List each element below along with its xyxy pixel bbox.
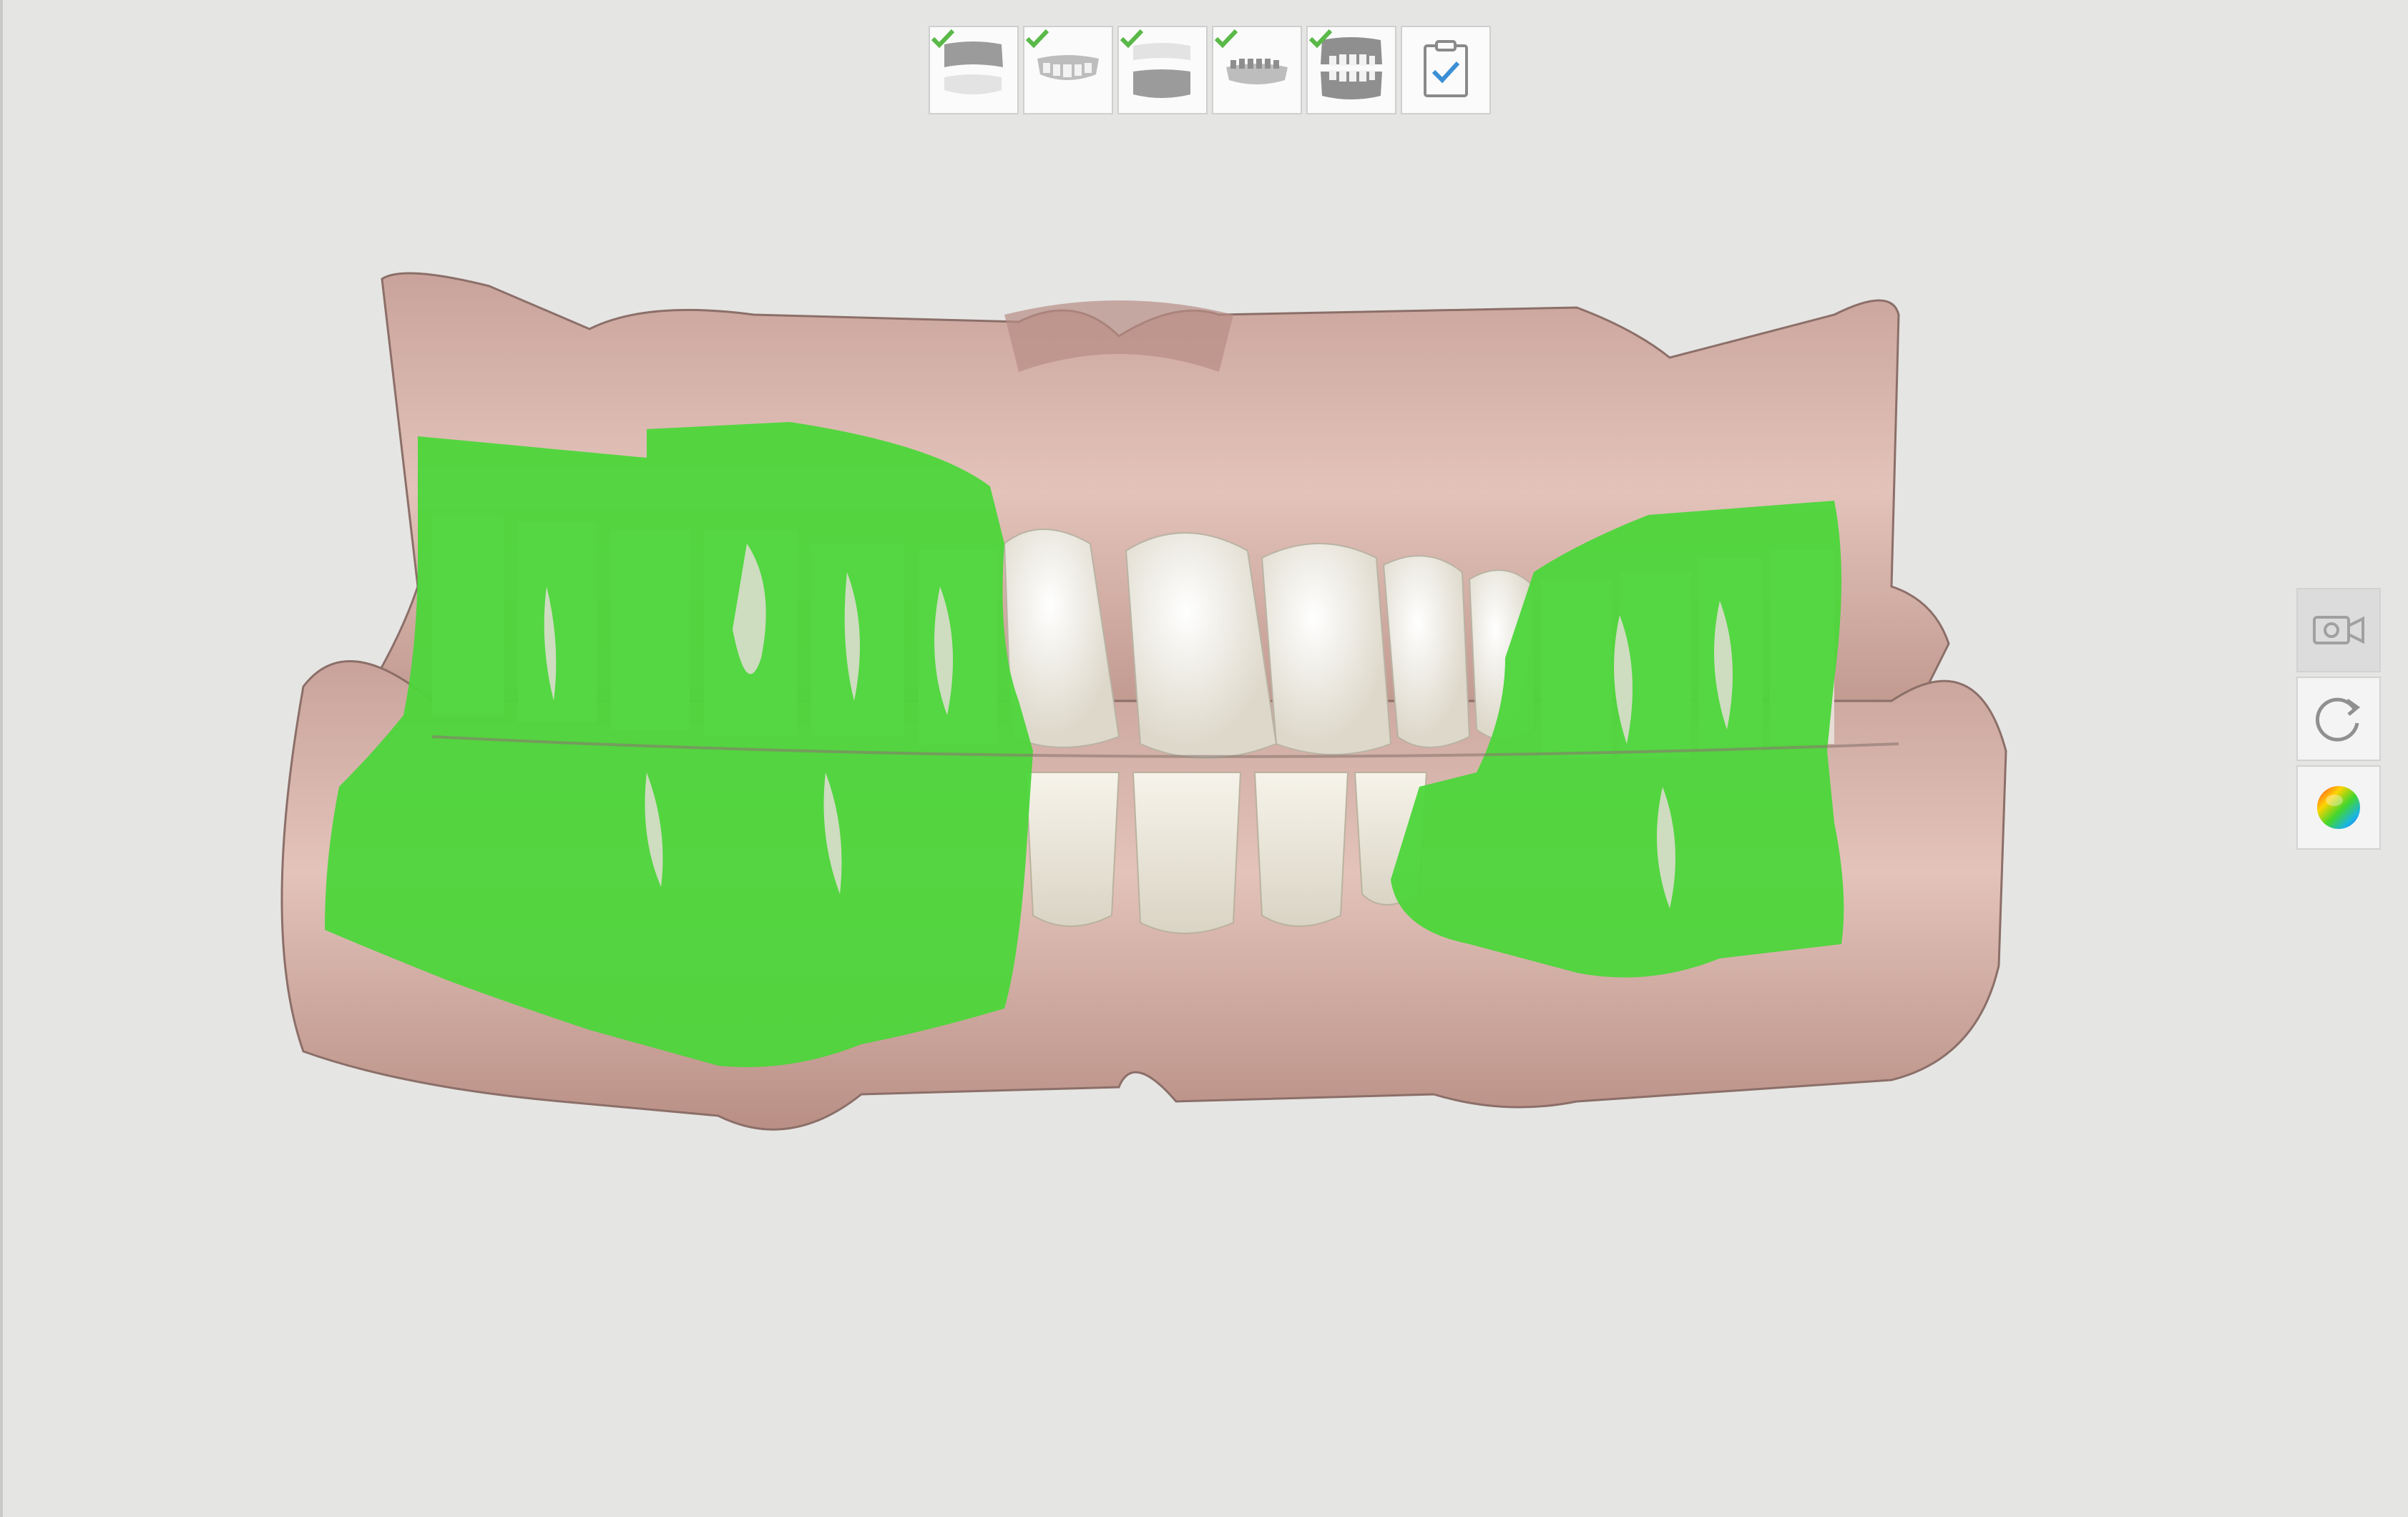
color-map-button[interactable]	[2296, 765, 2381, 850]
overlay-left	[325, 422, 1033, 1067]
step-maxilla-scan[interactable]	[929, 26, 1019, 114]
step-mandible-dentition[interactable]	[1212, 26, 1302, 114]
workflow-step-bar	[929, 26, 1491, 114]
check-icon	[1025, 29, 1049, 49]
step-occlusion[interactable]	[1306, 26, 1396, 114]
video-camera-icon	[2313, 616, 2364, 644]
check-icon	[1308, 29, 1333, 49]
check-icon	[1120, 29, 1144, 49]
video-camera-button[interactable]	[2296, 588, 2381, 672]
color-ball-icon	[2317, 786, 2360, 829]
clipboard-check-icon	[1424, 40, 1468, 97]
model-viewport[interactable]	[3, 0, 2408, 1517]
check-icon	[931, 29, 955, 49]
step-maxilla-dentition[interactable]	[1023, 26, 1113, 114]
view-tools	[2296, 588, 2381, 850]
reset-view-button[interactable]	[2296, 677, 2381, 761]
rotate-icon	[2315, 697, 2361, 742]
step-review[interactable]	[1401, 26, 1491, 114]
check-icon	[1214, 29, 1238, 49]
app-window	[0, 0, 2408, 1517]
step-mandible-scan[interactable]	[1117, 26, 1208, 114]
